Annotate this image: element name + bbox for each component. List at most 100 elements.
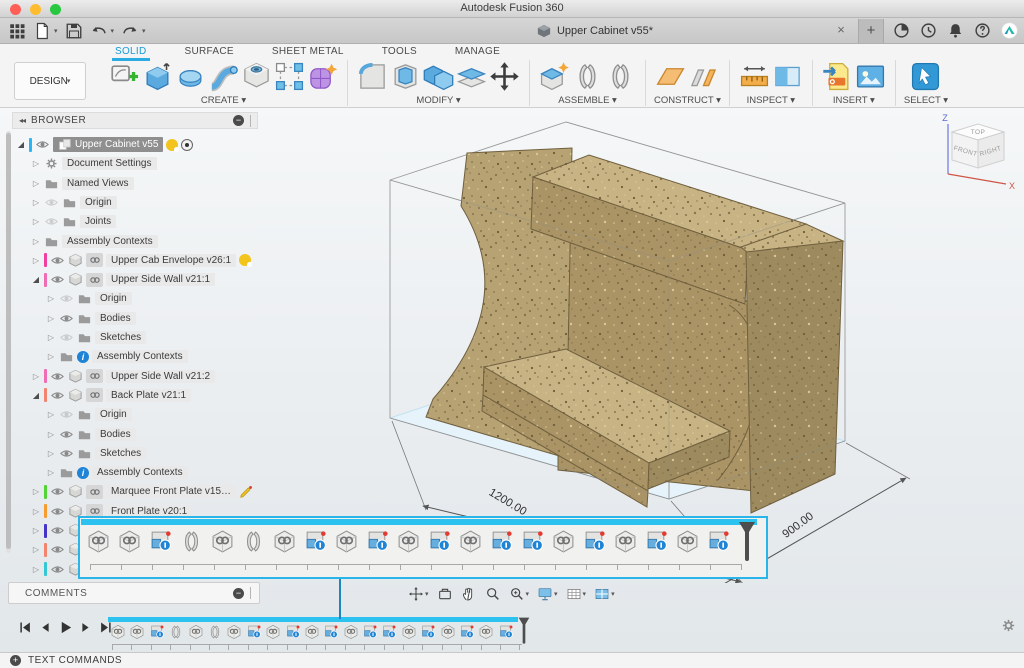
browser-item-label[interactable]: Assembly Contexts [92,466,188,479]
caret-down-icon[interactable]: ▾ [142,27,146,35]
timeline-info-marker[interactable] [246,624,262,640]
timeline-info-marker[interactable] [498,624,514,640]
expand-arrow-icon[interactable]: ▷ [31,256,41,265]
toolbar-group-label-inspect[interactable]: INSPECT ▾ [747,95,795,106]
autodesk-account-icon[interactable] [1001,22,1018,39]
timeline-info-marker[interactable] [381,624,397,640]
timeline-info-marker[interactable] [362,624,378,640]
shell-button[interactable] [389,60,422,93]
collapse-arrow-icon[interactable]: ◢ [31,275,41,284]
browser-row[interactable]: ▷Bodies [46,309,136,328]
sweep-button[interactable] [207,60,240,93]
browser-item-label[interactable]: Sketches [95,331,146,344]
select-button[interactable] [909,60,942,93]
pan-button[interactable] [461,586,477,602]
assembly-context-info-badge[interactable]: i [77,467,89,479]
timeline-link-marker[interactable] [613,529,638,554]
collapse-arrow-icon[interactable]: ◢ [31,391,41,400]
measure-button[interactable] [738,60,771,93]
browser-row[interactable]: ▷ [31,540,83,559]
browser-item-label[interactable]: Assembly Contexts [92,350,188,363]
right-side-wall[interactable] [746,241,843,513]
depth-dimension-label[interactable]: 900.00 [780,510,816,540]
visibility-eye-icon[interactable] [59,291,74,306]
timeline-settings-gear-icon[interactable] [1000,617,1017,634]
bottom-timeline[interactable] [106,614,546,652]
expand-arrow-icon[interactable]: ▷ [31,198,41,207]
expand-arrow-icon[interactable]: ▷ [31,507,41,516]
visibility-eye-icon[interactable] [50,562,65,577]
apps-grid-icon[interactable] [8,22,26,40]
timeline-link-marker[interactable] [440,624,456,640]
timeline-info-marker[interactable] [706,529,731,554]
new-file-icon[interactable] [33,22,51,40]
construction-plane-button[interactable] [654,60,687,93]
browser-item-label[interactable]: Named Views [62,177,134,190]
toolbar-group-label-create[interactable]: CREATE ▾ [201,95,246,106]
browser-item-label[interactable]: Sketches [95,447,146,460]
ribbon-tab-tools[interactable]: TOOLS [379,46,420,61]
timeline-overlay[interactable] [78,516,768,579]
timeline-joint-marker[interactable] [179,529,204,554]
visibility-eye-icon[interactable] [50,504,65,519]
browser-row[interactable]: ▷Document Settings [31,154,157,173]
hole-button[interactable] [240,60,273,93]
browser-row[interactable]: ▷ [31,560,83,579]
help-icon[interactable] [974,22,991,39]
caret-down-icon[interactable]: ▾ [111,27,115,35]
browser-row[interactable]: ▷ Sketches [46,328,146,347]
browser-panel-header[interactable]: ◂◂ BROWSER − [12,112,258,129]
timeline-info-marker[interactable] [582,529,607,554]
workspace-switcher-button[interactable]: DESIGN ▾ [14,62,86,100]
timeline-link-marker[interactable] [396,529,421,554]
close-tab-button[interactable]: × [833,22,849,37]
notif-bell-icon[interactable] [947,22,964,39]
visibility-eye-icon[interactable] [44,195,59,210]
browser-item-label[interactable]: Origin [80,196,117,209]
fillet-button[interactable] [356,60,389,93]
visibility-eye-icon[interactable] [59,311,74,326]
browser-row[interactable]: ▷Bodies [46,425,136,444]
browser-row[interactable]: ▷Upper Cab Envelope v26:1 [31,251,251,270]
timeline-info-marker[interactable] [148,529,173,554]
browser-item-label[interactable]: Marquee Front Plate v15… [106,485,236,498]
visibility-eye-icon[interactable] [50,388,65,403]
timeline-link-marker[interactable] [675,529,700,554]
timeline-info-marker[interactable] [149,624,165,640]
revolve-button[interactable] [174,60,207,93]
timeline-link-marker[interactable] [458,529,483,554]
visibility-eye-icon[interactable] [50,542,65,557]
zoom-button[interactable] [485,586,501,602]
toolbar-group-label-modify[interactable]: MODIFY ▾ [416,95,460,106]
timeline-link-marker[interactable] [265,624,281,640]
timeline-link-marker[interactable] [210,529,235,554]
expand-arrow-icon[interactable]: ▷ [31,565,41,574]
panel-resize-handle[interactable] [250,115,251,127]
timeline-link-marker[interactable] [110,624,126,640]
display-settings-button[interactable]: ▾ [537,586,558,602]
expand-arrow-icon[interactable]: ▷ [46,352,56,361]
look-at-button[interactable] [437,586,453,602]
timeline-link-marker[interactable] [129,624,145,640]
visibility-eye-icon[interactable] [50,272,65,287]
timeline-info-marker[interactable] [420,624,436,640]
browser-scrollbar-thumb[interactable] [6,133,11,549]
browser-scrollbar[interactable] [6,131,11,553]
text-commands-toggle-icon[interactable]: + [10,655,21,666]
comments-panel-header[interactable]: COMMENTS − [8,582,260,604]
expand-arrow-icon[interactable]: ▷ [46,333,56,342]
browser-item-label[interactable]: Origin [95,292,132,305]
timeline-link-marker[interactable] [272,529,297,554]
timeline-link-marker[interactable] [478,624,494,640]
insert-svg-button[interactable] [821,60,854,93]
expand-arrow-icon[interactable]: ▷ [46,314,56,323]
visibility-eye-icon[interactable] [50,484,65,499]
split-body-button[interactable] [455,60,488,93]
job-status-icon[interactable] [893,22,910,39]
visibility-eye-icon[interactable] [59,446,74,461]
browser-item-label[interactable]: Document Settings [62,157,157,170]
viewports-button[interactable]: ▾ [594,586,615,602]
combine-button[interactable] [422,60,455,93]
browser-row[interactable]: ▷Joints [31,212,116,231]
visibility-eye-icon[interactable] [59,407,74,422]
